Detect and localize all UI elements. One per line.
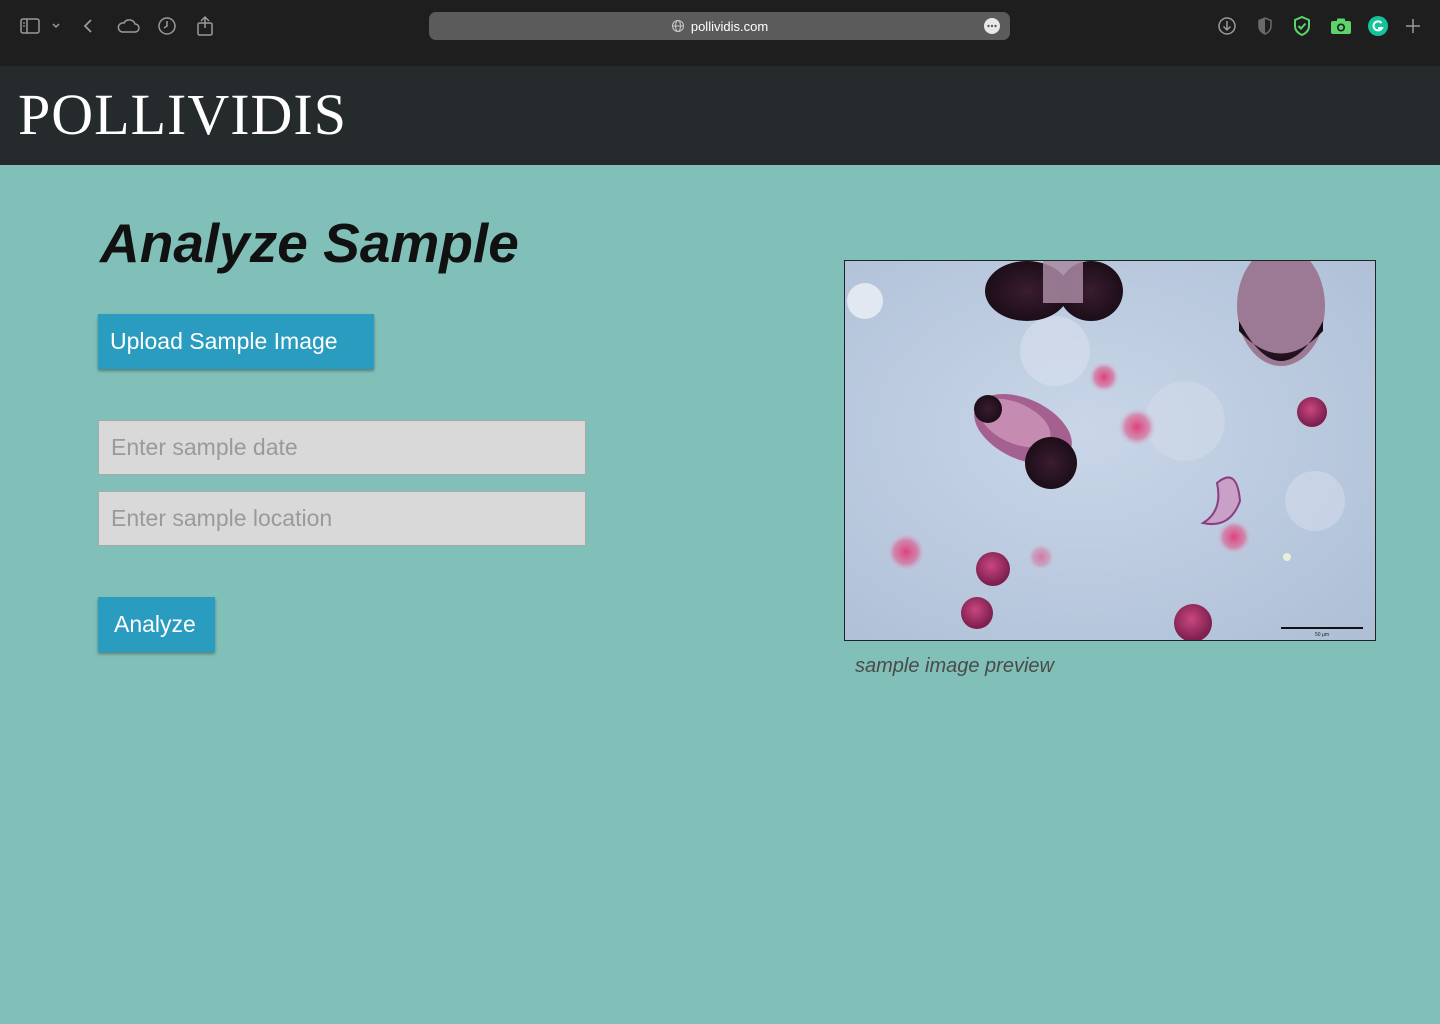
sample-date-input[interactable]: [98, 420, 586, 475]
shield-icon[interactable]: [1257, 14, 1273, 38]
grammarly-icon[interactable]: [1367, 14, 1389, 38]
site-header: POLLIVIDIS: [0, 66, 1440, 165]
adblock-icon[interactable]: [1292, 14, 1312, 38]
site-logo[interactable]: POLLIVIDIS: [18, 86, 347, 144]
preview-caption: sample image preview: [855, 655, 1054, 677]
globe-icon: [671, 19, 685, 33]
page-title: Analyze Sample: [100, 212, 519, 274]
more-icon[interactable]: [984, 18, 1000, 34]
share-icon[interactable]: [196, 14, 214, 38]
svg-text:50 µm: 50 µm: [1315, 632, 1329, 638]
camera-icon[interactable]: [1330, 14, 1352, 38]
pollen-micrograph-image: 50 µm: [845, 261, 1375, 640]
browser-toolbar: pollividis.com: [0, 0, 1440, 66]
sample-image-preview: 50 µm: [844, 260, 1376, 641]
cloud-icon[interactable]: [116, 14, 140, 38]
analyze-button[interactable]: Analyze: [98, 597, 215, 652]
sidebar-icon[interactable]: [20, 14, 40, 38]
address-bar[interactable]: pollividis.com: [429, 12, 1010, 40]
sample-location-input[interactable]: [98, 491, 586, 546]
history-icon[interactable]: [157, 14, 177, 38]
url-text: pollividis.com: [690, 18, 769, 34]
back-icon[interactable]: [82, 14, 94, 38]
chevron-down-icon[interactable]: [51, 14, 61, 38]
download-icon[interactable]: [1217, 14, 1237, 38]
upload-sample-image-button[interactable]: Upload Sample Image: [98, 314, 374, 369]
plus-icon[interactable]: [1404, 14, 1422, 38]
